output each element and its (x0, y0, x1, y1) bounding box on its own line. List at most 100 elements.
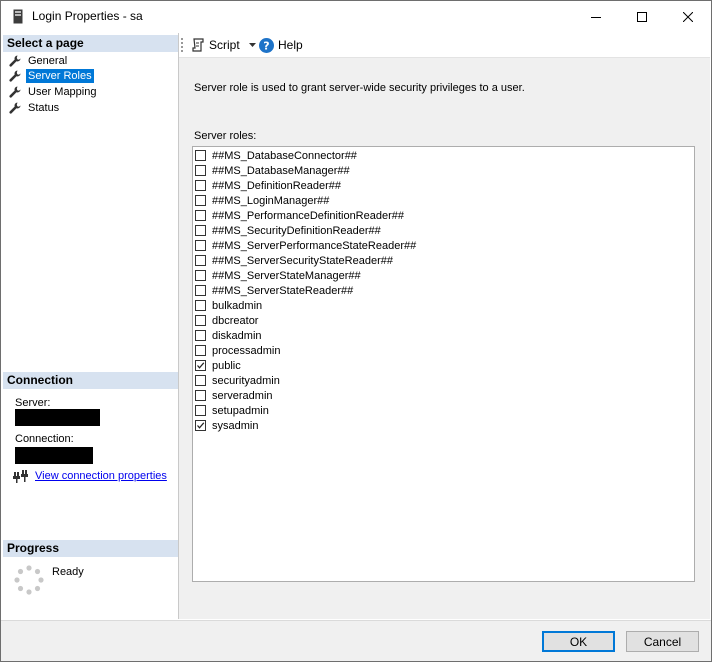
checkmark-icon (197, 422, 205, 429)
connection-value-redacted (15, 447, 93, 464)
help-icon: ? (259, 37, 274, 53)
dialog-footer: OK Cancel (1, 620, 711, 661)
role-checkbox[interactable] (195, 300, 206, 311)
page-item-server-roles[interactable]: Server Roles (9, 68, 94, 83)
wrench-icon (9, 70, 21, 82)
role-name: ##MS_DefinitionReader## (212, 179, 342, 192)
select-page-header: Select a page (3, 35, 178, 52)
role-row[interactable]: ##MS_ServerPerformanceStateReader## (195, 238, 416, 253)
role-checkbox[interactable] (195, 330, 206, 341)
page-description: Server role is used to grant server-wide… (194, 82, 525, 94)
script-button[interactable]: Script (191, 36, 256, 54)
role-name: serveradmin (212, 389, 273, 402)
role-row[interactable]: securityadmin (195, 373, 280, 388)
role-row[interactable]: ##MS_DefinitionReader## (195, 178, 341, 193)
connection-label: Connection: (15, 433, 74, 445)
cancel-button[interactable]: Cancel (626, 631, 699, 652)
checkmark-icon (197, 362, 205, 369)
minimize-button[interactable] (573, 1, 619, 33)
role-name: public (212, 359, 241, 372)
role-checkbox[interactable] (195, 240, 206, 251)
role-name: dbcreator (212, 314, 259, 327)
script-label: Script (209, 38, 240, 52)
maximize-button[interactable] (619, 1, 665, 33)
connection-header: Connection (3, 372, 178, 389)
role-row[interactable]: dbcreator (195, 313, 258, 328)
server-label: Server: (15, 397, 51, 409)
role-checkbox[interactable] (195, 315, 206, 326)
app-icon (13, 9, 23, 24)
role-checkbox[interactable] (195, 210, 206, 221)
role-checkbox[interactable] (195, 150, 206, 161)
role-checkbox[interactable] (195, 180, 206, 191)
role-row[interactable]: ##MS_DatabaseManager## (195, 163, 350, 178)
progress-status: Ready (52, 566, 84, 578)
role-row[interactable]: setupadmin (195, 403, 269, 418)
role-row[interactable]: serveradmin (195, 388, 273, 403)
server-roles-list[interactable]: ##MS_DatabaseConnector## ##MS_DatabaseMan… (192, 146, 695, 582)
role-checkbox[interactable] (195, 345, 206, 356)
role-name: processadmin (212, 344, 281, 357)
role-name: ##MS_ServerSecurityStateReader## (212, 254, 393, 267)
connection-plug-icon (13, 470, 28, 483)
role-name: ##MS_ServerPerformanceStateReader## (212, 239, 417, 252)
role-name: diskadmin (212, 329, 262, 342)
role-name: sysadmin (212, 419, 259, 432)
help-label: Help (278, 38, 303, 52)
role-name: ##MS_DatabaseManager## (212, 164, 350, 177)
role-name: ##MS_SecurityDefinitionReader## (212, 224, 381, 237)
role-checkbox[interactable] (195, 165, 206, 176)
role-row[interactable]: ##MS_DatabaseConnector## (195, 148, 357, 163)
role-name: ##MS_DatabaseConnector## (212, 149, 357, 162)
page-item-label: Server Roles (26, 68, 94, 83)
server-value-redacted (15, 409, 100, 426)
wrench-icon (9, 86, 21, 98)
role-row[interactable]: ##MS_ServerStateReader## (195, 283, 353, 298)
role-checkbox[interactable] (195, 225, 206, 236)
ok-button[interactable]: OK (542, 631, 615, 652)
close-button[interactable] (665, 1, 711, 33)
progress-header: Progress (3, 540, 178, 557)
role-checkbox[interactable] (195, 420, 206, 431)
toolbar: Script ? Help (179, 33, 710, 58)
role-row[interactable]: ##MS_PerformanceDefinitionReader## (195, 208, 404, 223)
svg-text:?: ? (263, 39, 269, 52)
wrench-icon (9, 55, 21, 67)
title-bar: Login Properties - sa (1, 1, 711, 33)
role-name: ##MS_PerformanceDefinitionReader## (212, 209, 404, 222)
role-checkbox[interactable] (195, 270, 206, 281)
role-checkbox[interactable] (195, 360, 206, 371)
progress-spinner-icon (13, 564, 45, 599)
role-row[interactable]: processadmin (195, 343, 280, 358)
role-row[interactable]: diskadmin (195, 328, 262, 343)
page-item-user-mapping[interactable]: User Mapping (9, 84, 98, 99)
role-checkbox[interactable] (195, 285, 206, 296)
role-row[interactable]: ##MS_ServerSecurityStateReader## (195, 253, 393, 268)
maximize-icon (637, 12, 647, 22)
chevron-down-icon (248, 43, 256, 47)
role-name: ##MS_ServerStateReader## (212, 284, 354, 297)
page-item-status[interactable]: Status (9, 100, 61, 115)
role-checkbox[interactable] (195, 405, 206, 416)
minimize-icon (591, 17, 601, 18)
role-name: ##MS_LoginManager## (212, 194, 330, 207)
role-checkbox[interactable] (195, 255, 206, 266)
page-item-general[interactable]: General (9, 53, 69, 68)
view-connection-properties-row: View connection properties (13, 469, 167, 483)
help-button[interactable]: ? Help (259, 36, 303, 54)
login-properties-window: Login Properties - sa Select a page Gene… (0, 0, 712, 662)
page-item-label: General (28, 54, 68, 67)
role-row[interactable]: public (195, 358, 241, 373)
role-row[interactable]: ##MS_ServerStateManager## (195, 268, 361, 283)
role-checkbox[interactable] (195, 375, 206, 386)
role-checkbox[interactable] (195, 390, 206, 401)
close-icon (683, 12, 693, 22)
role-row[interactable]: sysadmin (195, 418, 258, 433)
window-title: Login Properties - sa (32, 9, 143, 23)
role-row[interactable]: bulkadmin (195, 298, 262, 313)
role-row[interactable]: ##MS_SecurityDefinitionReader## (195, 223, 381, 238)
role-checkbox[interactable] (195, 195, 206, 206)
role-row[interactable]: ##MS_LoginManager## (195, 193, 329, 208)
view-connection-properties-link[interactable]: View connection properties (35, 470, 167, 482)
script-icon (192, 38, 204, 52)
